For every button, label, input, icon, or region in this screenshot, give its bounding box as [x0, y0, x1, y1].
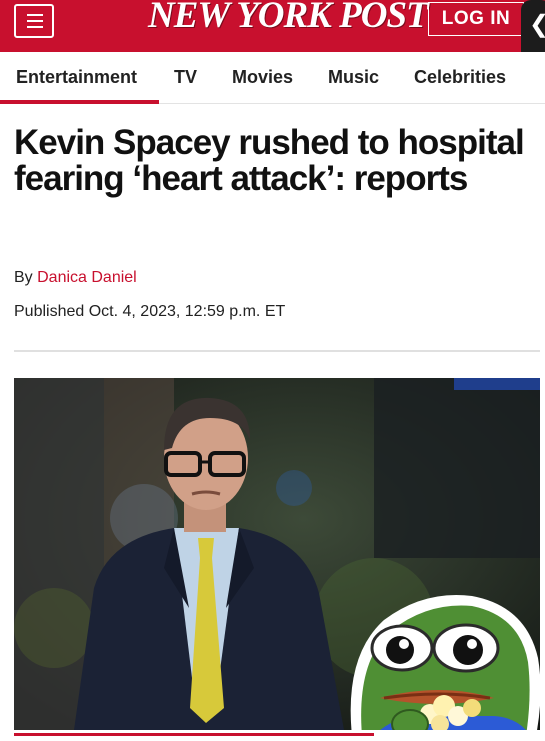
site-logo[interactable]: NEW YORK POST — [148, 0, 429, 37]
chevron-left-icon: ❮ — [529, 10, 545, 39]
byline-prefix: By — [14, 269, 33, 286]
nav-item-movies[interactable]: Movies — [232, 67, 293, 88]
byline: By Danica Daniel — [14, 269, 137, 287]
photo-caption-rule — [14, 733, 374, 736]
menu-icon-line — [27, 14, 43, 16]
nav-active-indicator — [0, 100, 159, 104]
nav-item-music[interactable]: Music — [328, 67, 379, 88]
author-link[interactable]: Danica Daniel — [37, 269, 137, 286]
nav-item-tv[interactable]: TV — [174, 67, 197, 88]
article-photo — [14, 378, 540, 730]
section-nav: Entertainment TV Movies Music Celebritie… — [0, 52, 545, 104]
pepe-frog-popcorn-sticker — [350, 595, 540, 730]
menu-icon-line — [27, 20, 43, 22]
divider — [14, 350, 540, 352]
menu-icon-line — [27, 26, 43, 28]
published-date: Published Oct. 4, 2023, 12:59 p.m. ET — [14, 303, 286, 320]
hamburger-menu-button[interactable] — [14, 4, 54, 38]
site-header: NEW YORK POST LOG IN — [0, 0, 545, 52]
article-headline: Kevin Spacey rushed to hospital fearing … — [14, 123, 525, 198]
nav-item-celebrities[interactable]: Celebrities — [414, 67, 506, 88]
nav-item-entertainment[interactable]: Entertainment — [16, 67, 137, 88]
login-button[interactable]: LOG IN — [428, 2, 524, 36]
